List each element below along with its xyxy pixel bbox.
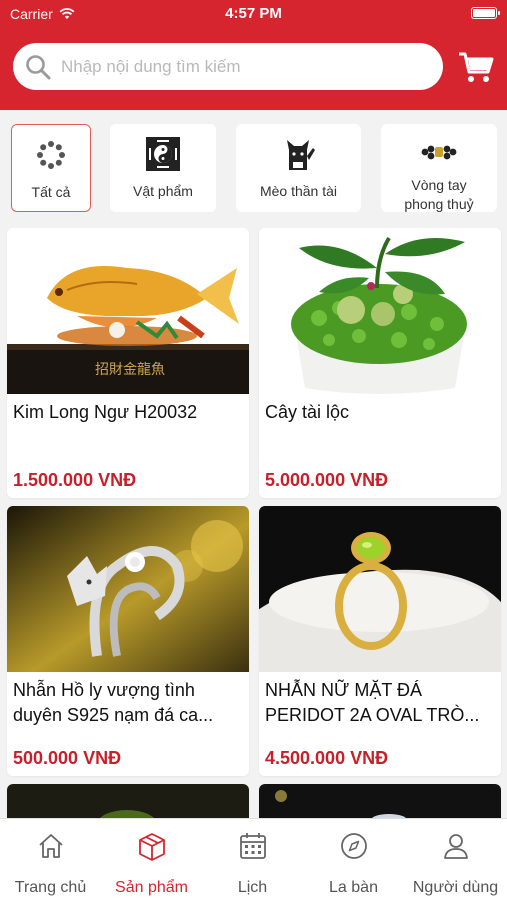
product-card[interactable]: NHẪN NỮ MẶT ĐÁ PERIDOT 2A OVAL TRÒ... 4.… bbox=[259, 506, 501, 776]
battery-icon bbox=[471, 7, 500, 19]
tab-label: La bàn bbox=[329, 879, 378, 896]
svg-text:招財金龍魚: 招財金龍魚 bbox=[95, 361, 165, 378]
product-name: Nhẫn Hồ ly vượng tình duyên S925 nạm đá … bbox=[13, 680, 214, 725]
product-price: 5.000.000 VNĐ bbox=[265, 470, 389, 490]
tab-home[interactable]: Trang chủ bbox=[0, 819, 101, 900]
product-price: 1.500.000 VNĐ bbox=[13, 470, 137, 490]
category-all[interactable]: Tất cả bbox=[11, 124, 91, 212]
box-icon bbox=[138, 833, 165, 861]
category-bar: Tất cả Vật phẩm Mèo thần tài Vòng tay ph… bbox=[0, 118, 507, 218]
product-image bbox=[7, 506, 249, 672]
tab-products[interactable]: Sản phẩm bbox=[101, 819, 202, 900]
lucky-cat-icon bbox=[286, 140, 315, 170]
home-icon bbox=[38, 834, 63, 858]
search-input[interactable] bbox=[61, 56, 401, 77]
search-bar[interactable] bbox=[13, 43, 443, 90]
bracelet-icon bbox=[421, 145, 457, 160]
compass-icon bbox=[340, 833, 367, 859]
category-vong-tay[interactable]: Vòng tay phong thuỷ bbox=[381, 124, 497, 212]
category-meo-than-tai[interactable]: Mèo thần tài bbox=[236, 124, 361, 212]
tab-label: Lịch bbox=[237, 879, 268, 896]
product-card[interactable]: Nhẫn Hồ ly vượng tình duyên S925 nạm đá … bbox=[7, 506, 249, 776]
tab-label: Sản phẩm bbox=[115, 879, 188, 896]
product-image: 招財金龍魚 bbox=[7, 228, 249, 394]
tab-label: Người dùng bbox=[412, 879, 499, 896]
product-name: NHẪN NỮ MẶT ĐÁ PERIDOT 2A OVAL TRÒ... bbox=[265, 680, 480, 725]
app-header: Carrier 4:57 PM bbox=[0, 0, 507, 110]
tab-calendar[interactable]: Lịch bbox=[202, 819, 303, 900]
bagua-icon bbox=[146, 137, 180, 171]
category-vat-pham[interactable]: Vật phẩm bbox=[110, 124, 216, 212]
product-price: 4.500.000 VNĐ bbox=[265, 748, 389, 768]
cart-icon[interactable] bbox=[458, 50, 494, 84]
product-name: Cây tài lộc bbox=[265, 402, 350, 422]
tab-compass[interactable]: La bàn bbox=[303, 819, 404, 900]
product-price: 500.000 VNĐ bbox=[13, 748, 122, 768]
bottom-tab-bar: Trang chủ Sản phẩm Lịch La bàn Người dùn… bbox=[0, 818, 507, 900]
product-image bbox=[259, 506, 501, 672]
product-card[interactable]: 招財金龍魚 Kim Long Ngư H20032 1.500.000 VNĐ bbox=[7, 228, 249, 498]
calendar-icon bbox=[239, 833, 266, 859]
product-card[interactable]: Cây tài lộc 5.000.000 VNĐ bbox=[259, 228, 501, 498]
tab-user[interactable]: Người dùng bbox=[404, 819, 507, 900]
search-icon bbox=[26, 54, 51, 79]
tab-label: Trang chủ bbox=[14, 879, 87, 896]
category-label: Mèo thần tài bbox=[259, 183, 338, 199]
category-label: Tất cả bbox=[31, 184, 71, 200]
status-time: 4:57 PM bbox=[225, 5, 282, 22]
bead-circle-icon bbox=[37, 141, 65, 169]
category-label: Vòng tay phong thuỷ bbox=[404, 177, 474, 212]
product-image bbox=[259, 228, 501, 394]
product-name: Kim Long Ngư H20032 bbox=[13, 402, 198, 422]
status-bar: Carrier 4:57 PM bbox=[0, 0, 507, 28]
user-icon bbox=[443, 834, 468, 859]
category-label: Vật phẩm bbox=[133, 183, 193, 199]
